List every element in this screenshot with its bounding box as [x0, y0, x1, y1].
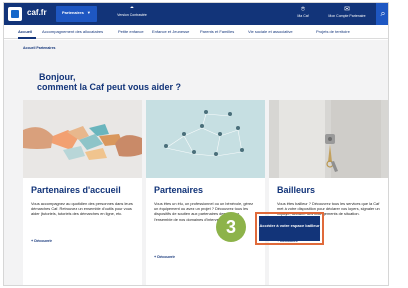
map-pin-icon: ⌾: [300, 6, 306, 13]
keys-door-illustration: [269, 100, 388, 178]
browser-page: caf.fr Partenaires ▼ ◓ Version Contrasté…: [3, 2, 389, 286]
version-contrastee-button[interactable]: ◓ Version Contrastée: [112, 5, 152, 18]
chevron-down-icon: ▼: [85, 10, 91, 15]
card-title: Bailleurs: [277, 185, 316, 195]
active-tab-indicator: [18, 37, 36, 39]
page-title: Bonjour, comment la Caf peut vous aider …: [37, 72, 181, 92]
card-partenaires[interactable]: Partenaires Vous êtes un élu, un profess…: [146, 100, 265, 285]
menu-item-accompagnement[interactable]: Accompagnement des allocataires: [42, 29, 103, 34]
decouvrir-link[interactable]: + Découvrir: [154, 255, 175, 259]
card-description: Vous accompagnez au quotidien des person…: [31, 201, 133, 217]
menu-item-vie-sociale[interactable]: Vie sociale et associative: [248, 29, 293, 34]
menu-item-enfance-jeunesse[interactable]: Enfance et Jeunesse: [152, 29, 189, 34]
card-title: Partenaires: [154, 185, 204, 195]
acceder-espace-bailleur-button[interactable]: Accéder à votre espace bailleur: [259, 216, 320, 241]
mon-compte-button[interactable]: ✉ Mon Compte Partenaire: [322, 5, 372, 19]
menu-item-projets-territoire[interactable]: Projets de territoire: [316, 29, 350, 34]
main-content: Accueil Partenaires Bonjour, comment la …: [4, 40, 388, 285]
version-contrastee-label: Version Contrastée: [117, 13, 147, 17]
greeting-line-1: Bonjour,: [39, 72, 76, 82]
greeting-line-2: comment la Caf peut vous aider ?: [37, 82, 182, 92]
mon-compte-label: Mon Compte Partenaire: [328, 14, 366, 18]
top-navigation-bar: caf.fr Partenaires ▼ ◓ Version Contrasté…: [4, 3, 388, 25]
menu-item-parents-familles[interactable]: Parents et Familles: [200, 29, 234, 34]
menu-item-accueil[interactable]: Accueil: [18, 29, 32, 34]
contrast-icon: ◓: [129, 5, 135, 12]
breadcrumb[interactable]: Accueil Partenaires: [23, 46, 56, 50]
network-figures-illustration: [146, 100, 265, 178]
search-button[interactable]: ⌕: [376, 3, 388, 25]
card-title: Partenaires d'accueil: [31, 185, 121, 195]
partenaires-dropdown[interactable]: Partenaires ▼: [56, 6, 97, 22]
card-bailleurs[interactable]: Bailleurs Vous êtes bailleur ? Découvrez…: [269, 100, 388, 285]
search-icon: ⌕: [380, 8, 386, 18]
handshake-icon: ✉: [344, 6, 350, 13]
brand-name[interactable]: caf.fr: [27, 8, 47, 17]
caf-logo-icon[interactable]: [8, 7, 22, 21]
partenaires-label: Partenaires: [62, 10, 84, 15]
main-menu: Accueil Accompagnement des allocataires …: [4, 25, 388, 39]
ma-caf-button[interactable]: ⌾ Ma Caf: [286, 5, 320, 19]
page-margin: [398, 0, 408, 288]
card-partenaires-accueil[interactable]: Partenaires d'accueil Vous accompagnez a…: [23, 100, 142, 285]
decouvrir-link[interactable]: + Découvrir: [31, 239, 52, 243]
ma-caf-label: Ma Caf: [297, 14, 309, 18]
step-number-badge: 3: [216, 212, 246, 242]
menu-item-petite-enfance[interactable]: Petite enfance: [118, 29, 144, 34]
puzzle-hands-illustration: [23, 100, 142, 178]
